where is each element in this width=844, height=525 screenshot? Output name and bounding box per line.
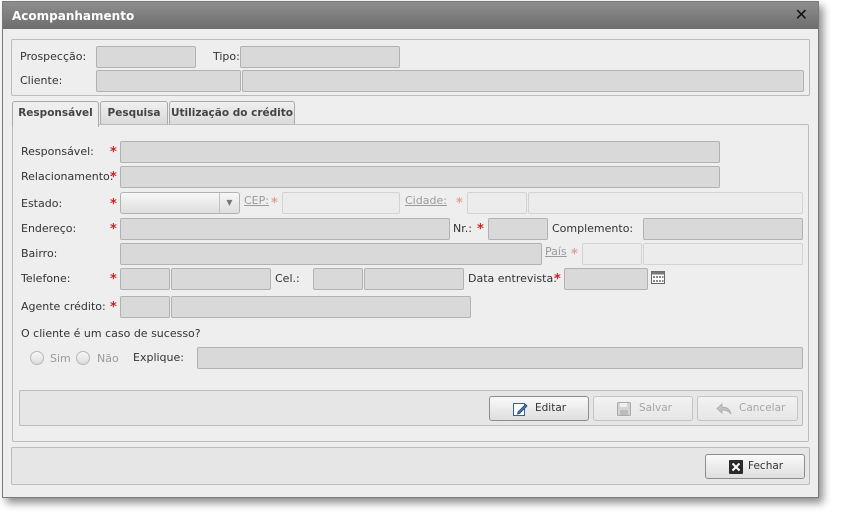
cidade-required-mark: * bbox=[456, 196, 463, 211]
agente-credito-label: Agente crédito: bbox=[21, 300, 106, 313]
salvar-button[interactable]: Salvar bbox=[593, 396, 693, 421]
tab-utilizacao-credito-label: Utilização do crédito bbox=[171, 107, 293, 119]
estado-select[interactable]: ▼ bbox=[120, 192, 240, 214]
x-square-icon bbox=[728, 459, 744, 475]
calendar-icon[interactable] bbox=[651, 271, 665, 284]
nr-label: Nr.: bbox=[453, 222, 472, 235]
form-action-bar: Editar Salvar Cancelar bbox=[19, 390, 803, 426]
cidade-label[interactable]: Cidade: bbox=[405, 194, 447, 207]
salvar-button-label: Salvar bbox=[639, 402, 672, 414]
tab-utilizacao-credito[interactable]: Utilização do crédito bbox=[169, 101, 295, 125]
fechar-button-label: Fechar bbox=[748, 460, 784, 472]
window-title: Acompanhamento bbox=[12, 9, 135, 23]
cidade-code-field[interactable] bbox=[467, 192, 527, 214]
estado-label: Estado: bbox=[21, 197, 63, 210]
sim-radio[interactable] bbox=[30, 351, 44, 365]
data-entrevista-field[interactable] bbox=[564, 268, 648, 290]
explique-label: Explique: bbox=[133, 351, 184, 364]
relacionamento-required-mark: * bbox=[110, 170, 117, 185]
endereco-field[interactable] bbox=[120, 218, 450, 240]
telefone-required-mark: * bbox=[110, 272, 117, 287]
title-bar: Acompanhamento ✕ bbox=[3, 2, 818, 29]
sucesso-question: O cliente é um caso de sucesso? bbox=[21, 327, 201, 340]
pais-code-field[interactable] bbox=[582, 243, 642, 265]
sim-label: Sim bbox=[50, 352, 71, 365]
tab-responsavel-label: Responsável bbox=[18, 107, 93, 119]
cliente-name-field[interactable] bbox=[242, 70, 804, 92]
complemento-field[interactable] bbox=[643, 218, 803, 240]
editar-button[interactable]: Editar bbox=[489, 396, 589, 421]
cancelar-button[interactable]: Cancelar bbox=[697, 396, 798, 421]
bairro-label: Bairro: bbox=[21, 247, 58, 260]
undo-arrow-icon bbox=[716, 401, 732, 417]
data-entrevista-label: Data entrevista: bbox=[468, 272, 557, 285]
cel-label: Cel.: bbox=[275, 272, 300, 285]
header-panel: Prospecção: Tipo: Cliente: bbox=[11, 39, 810, 96]
prospeccao-field[interactable] bbox=[96, 46, 196, 68]
tipo-field[interactable] bbox=[240, 46, 400, 68]
endereco-label: Endereço: bbox=[21, 222, 77, 235]
pais-required-mark: * bbox=[571, 247, 578, 262]
acompanhamento-dialog: Acompanhamento ✕ Prospecção: Tipo: Clien… bbox=[2, 1, 819, 498]
pais-label[interactable]: País bbox=[545, 245, 567, 258]
floppy-disk-icon bbox=[616, 401, 632, 417]
nao-label: Não bbox=[97, 352, 119, 365]
chevron-down-icon[interactable]: ▼ bbox=[219, 193, 239, 213]
tab-pesquisa-label: Pesquisa bbox=[107, 107, 161, 119]
pais-name-field[interactable] bbox=[643, 243, 803, 265]
nao-radio[interactable] bbox=[76, 351, 90, 365]
relacionamento-label: Relacionamento: bbox=[21, 170, 114, 183]
telefone-number-field[interactable] bbox=[171, 268, 271, 290]
data-entrevista-required-mark: * bbox=[554, 272, 561, 287]
explique-field[interactable] bbox=[197, 347, 803, 369]
estado-required-mark: * bbox=[110, 197, 117, 212]
endereco-required-mark: * bbox=[110, 222, 117, 237]
dialog-footer: Fechar bbox=[11, 447, 810, 485]
prospeccao-label: Prospecção: bbox=[20, 50, 87, 63]
fechar-button[interactable]: Fechar bbox=[705, 454, 805, 479]
editar-button-label: Editar bbox=[535, 402, 567, 414]
telefone-ddd-field[interactable] bbox=[120, 268, 170, 290]
complemento-label: Complemento: bbox=[552, 222, 634, 235]
agente-credito-required-mark: * bbox=[110, 300, 117, 315]
cep-field[interactable] bbox=[282, 192, 400, 214]
tab-pesquisa[interactable]: Pesquisa bbox=[100, 101, 168, 125]
cel-ddd-field[interactable] bbox=[313, 268, 363, 290]
cidade-name-field[interactable] bbox=[528, 192, 803, 214]
relacionamento-field[interactable] bbox=[120, 166, 720, 188]
agente-credito-code-field[interactable] bbox=[120, 296, 170, 318]
cancelar-button-label: Cancelar bbox=[739, 402, 786, 414]
nr-field[interactable] bbox=[488, 218, 548, 240]
telefone-label: Telefone: bbox=[21, 272, 71, 285]
tipo-label: Tipo: bbox=[213, 50, 240, 63]
responsavel-panel: Responsável: * Relacionamento: * Estado:… bbox=[12, 124, 809, 442]
responsavel-required-mark: * bbox=[110, 145, 117, 160]
responsavel-field[interactable] bbox=[120, 141, 720, 163]
tab-responsavel[interactable]: Responsável bbox=[12, 101, 99, 127]
responsavel-label: Responsável: bbox=[21, 145, 94, 158]
bairro-field[interactable] bbox=[120, 243, 542, 265]
cliente-code-field[interactable] bbox=[96, 70, 241, 92]
close-icon[interactable]: ✕ bbox=[795, 6, 808, 24]
cliente-label: Cliente: bbox=[20, 74, 63, 87]
pencil-icon bbox=[512, 401, 528, 417]
agente-credito-name-field[interactable] bbox=[171, 296, 471, 318]
nr-required-mark: * bbox=[477, 222, 484, 237]
cep-label[interactable]: CEP: bbox=[244, 194, 269, 207]
cel-number-field[interactable] bbox=[364, 268, 464, 290]
cep-required-mark: * bbox=[271, 196, 278, 211]
